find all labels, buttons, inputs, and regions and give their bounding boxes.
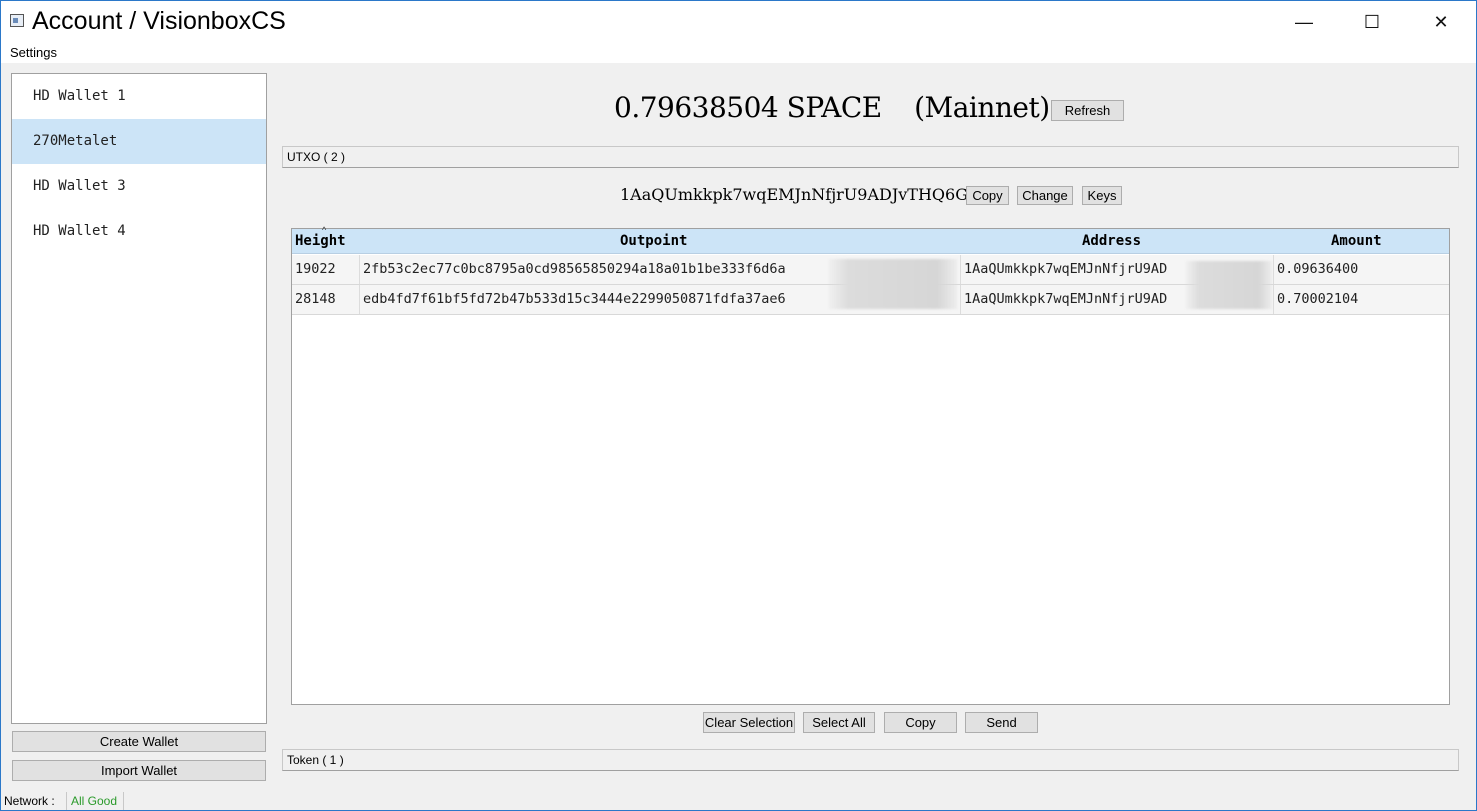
menu-settings[interactable]: Settings — [10, 45, 57, 60]
maximize-button[interactable]: ☐ — [1337, 1, 1407, 43]
balance-amount: 0.79638504 — [614, 91, 779, 124]
create-wallet-button[interactable]: Create Wallet — [12, 731, 266, 752]
token-section-title: Token ( 1 ) — [287, 753, 344, 767]
minimize-button[interactable]: — — [1269, 1, 1339, 43]
network-name: (Mainnet) — [914, 91, 1050, 124]
change-address-button[interactable]: Change — [1017, 186, 1073, 205]
balance-unit: SPACE — [786, 91, 883, 124]
column-header-outpoint[interactable]: Outpoint — [620, 233, 687, 249]
column-header-address[interactable]: Address — [1082, 233, 1141, 249]
utxo-section-header[interactable]: UTXO ( 2 ) — [282, 146, 1459, 168]
menu-bar: Settings — [1, 43, 1476, 63]
cell-amount: 0.09636400 — [1277, 261, 1359, 277]
status-divider — [66, 792, 67, 810]
close-button[interactable]: ✕ — [1406, 1, 1476, 43]
send-button[interactable]: Send — [965, 712, 1038, 733]
column-header-amount[interactable]: Amount — [1331, 233, 1382, 249]
redaction-blur — [829, 259, 957, 309]
utxo-table[interactable]: ^ Height Outpoint Address Amount 19022 2… — [291, 225, 1450, 705]
wallet-item[interactable]: HD Wallet 1 — [12, 74, 266, 119]
balance-display: 0.79638504 SPACE (Mainnet) — [614, 91, 1050, 124]
table-header: ^ Height Outpoint Address Amount — [292, 225, 1449, 254]
utxo-section-title: UTXO ( 2 ) — [287, 150, 346, 164]
client-area: HD Wallet 1 270Metalet HD Wallet 3 HD Wa… — [1, 63, 1476, 810]
network-status-value: All Good — [71, 794, 118, 808]
wallet-item[interactable]: HD Wallet 4 — [12, 209, 266, 254]
cell-height: 19022 — [292, 255, 360, 284]
cell-amount: 0.70002104 — [1277, 291, 1359, 307]
app-icon — [10, 14, 24, 27]
copy-address-button[interactable]: Copy — [966, 186, 1009, 205]
clear-selection-button[interactable]: Clear Selection — [703, 712, 795, 733]
wallet-item-selected[interactable]: 270Metalet — [12, 119, 266, 164]
keys-button[interactable]: Keys — [1082, 186, 1122, 205]
copy-rows-button[interactable]: Copy — [884, 712, 957, 733]
wallet-item[interactable]: HD Wallet 3 — [12, 164, 266, 209]
title-bar[interactable]: Account / VisionboxCS — ☐ ✕ — [1, 1, 1476, 43]
select-all-button[interactable]: Select All — [803, 712, 875, 733]
column-header-height[interactable]: Height — [295, 233, 346, 249]
main-window: Account / VisionboxCS — ☐ ✕ Settings HD … — [0, 0, 1477, 811]
import-wallet-button[interactable]: Import Wallet — [12, 760, 266, 781]
cell-height: 28148 — [292, 285, 360, 314]
network-status-label: Network : — [4, 794, 55, 808]
window-title: Account / VisionboxCS — [32, 7, 286, 35]
redaction-blur — [1186, 261, 1272, 309]
wallet-list[interactable]: HD Wallet 1 270Metalet HD Wallet 3 HD Wa… — [11, 73, 267, 724]
status-divider — [123, 792, 124, 810]
refresh-button[interactable]: Refresh — [1051, 100, 1124, 121]
token-section-header[interactable]: Token ( 1 ) — [282, 749, 1459, 771]
receive-address: 1AaQUmkkpk7wqEMJnNfjrU9ADJvTHQ6GjS — [620, 185, 984, 204]
